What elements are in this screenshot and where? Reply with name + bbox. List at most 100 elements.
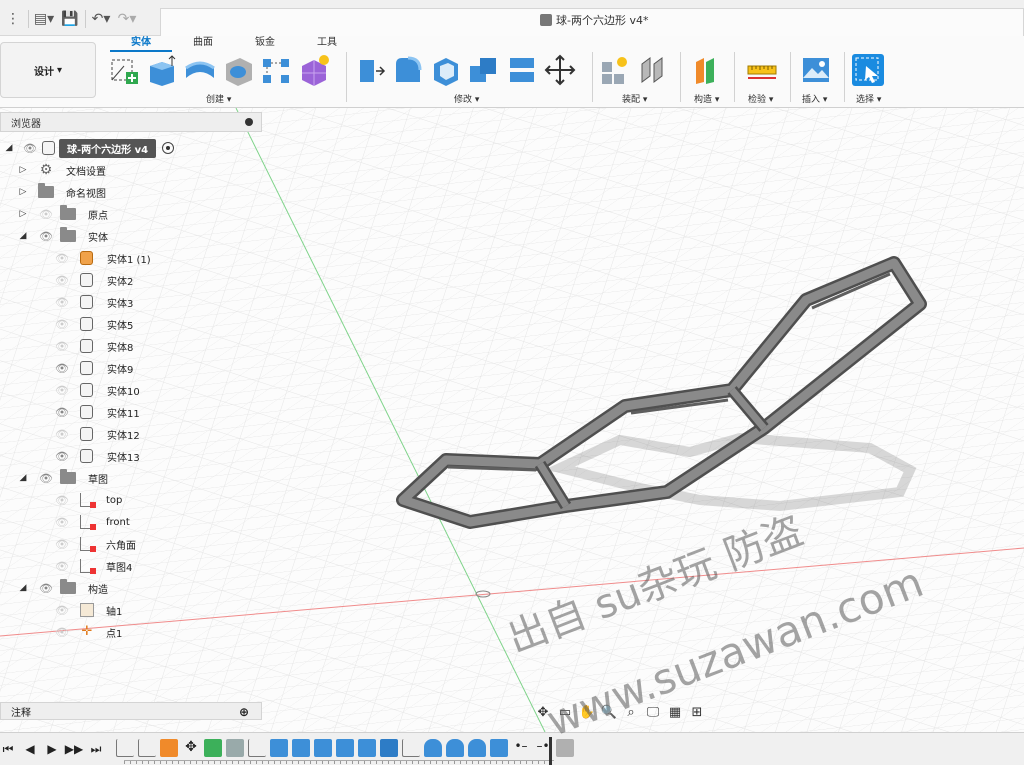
inspect-menu[interactable]: 检验 ▾ [748,92,773,105]
body-item[interactable]: 👁 实体12 [54,424,140,444]
body-item[interactable]: 👁 实体1 (1) [54,248,151,268]
eye-icon[interactable]: 👁 [54,626,70,639]
body-item[interactable]: 👁 实体3 [54,292,133,312]
create-sketch-icon[interactable] [108,54,140,86]
press-pull-icon[interactable] [354,54,386,86]
orbit-icon[interactable]: ✥ [534,703,552,721]
eye-icon[interactable]: 👁 [54,428,70,441]
fillet-icon[interactable] [392,54,424,86]
offset-plane-icon[interactable] [690,54,722,86]
pan-icon[interactable]: ✋ [578,703,596,721]
measure-icon[interactable] [746,54,778,86]
eye-icon[interactable]: 👁 [54,384,70,397]
construction-item[interactable]: 👁 ✛ 点1 [54,622,122,642]
expand-arrow-icon[interactable]: ▷ [18,165,28,175]
timeline-marker[interactable] [549,737,552,765]
redo-icon[interactable]: ↷▾ [116,8,138,30]
play-icon[interactable]: ▶ [44,741,60,757]
fit-icon[interactable]: ⌕ [622,703,640,721]
eye-icon[interactable]: 👁 [22,142,38,155]
sketch-feature-icon[interactable] [402,739,420,757]
move-copy-icon[interactable] [544,54,576,86]
collapse-arrow-icon[interactable]: ◢ [18,231,28,241]
split-feature-icon[interactable] [490,739,508,757]
select-icon[interactable] [852,54,884,86]
grid-menu-icon[interactable]: ⋮ [2,8,24,30]
extrude-feature-icon[interactable] [314,739,332,757]
create-menu[interactable]: 创建 ▾ [206,92,231,105]
browser-bodies[interactable]: ◢ 👁 实体 [18,226,108,246]
body-item[interactable]: 👁 实体10 [54,380,140,400]
combine-icon[interactable] [468,54,500,86]
save-icon[interactable]: 💾 [59,8,81,30]
insert-image-icon[interactable] [800,54,832,86]
eye-icon[interactable]: 👁 [54,450,70,463]
browser-doc-settings[interactable]: ▷ ⚙ 文档设置 [18,160,106,180]
joint-icon[interactable] [636,54,668,86]
tab-tools[interactable]: 工具 [296,36,358,52]
eye-icon[interactable]: 👁 [54,296,70,309]
assemble-menu[interactable]: 装配 ▾ [622,92,647,105]
eye-icon[interactable]: 👁 [54,274,70,287]
eye-icon[interactable]: 👁 [54,516,70,529]
revolve-feature-icon[interactable] [424,739,442,757]
body-item[interactable]: 👁 实体5 [54,314,133,334]
eye-icon[interactable]: 👁 [54,252,70,265]
activate-radio-icon[interactable] [162,142,175,154]
construct-menu[interactable]: 构造 ▾ [694,92,719,105]
browser-construction[interactable]: ◢ 👁 构造 [18,578,108,598]
sketch-item[interactable]: 👁 front [54,512,130,532]
plane-feature-icon[interactable] [160,739,178,757]
timeline-track[interactable] [124,760,554,764]
panel-toggle-icon[interactable] [245,118,253,126]
body-item[interactable]: 👁 实体11 [54,402,140,422]
browser-origin[interactable]: ▷ 👁 原点 [18,204,108,224]
expand-arrow-icon[interactable]: ▷ [18,187,28,197]
hole-icon[interactable] [222,54,254,86]
insert-menu[interactable]: 插入 ▾ [802,92,827,105]
zoom-icon[interactable]: 🔍 [600,703,618,721]
revolve-icon[interactable] [184,54,216,86]
eye-icon[interactable]: 👁 [38,230,54,243]
sketch-feature-icon[interactable] [138,739,156,757]
go-to-end-icon[interactable]: ⏭ [88,741,104,757]
sketch-item[interactable]: 👁 top [54,490,122,510]
eye-icon[interactable]: 👁 [54,560,70,573]
tab-sheet-metal[interactable]: 钣金 [234,36,296,52]
grid-settings-icon[interactable]: ▦ [666,703,684,721]
extrude-feature-icon[interactable] [336,739,354,757]
eye-icon[interactable]: 👁 [54,340,70,353]
body-item[interactable]: 👁 实体9 [54,358,133,378]
move-feature-icon[interactable]: ✥ [182,739,200,757]
body-item[interactable]: 👁 实体8 [54,336,133,356]
revolve-feature-icon[interactable] [446,739,464,757]
collapse-arrow-icon[interactable]: ◢ [18,473,28,483]
tab-solid[interactable]: 实体 [110,36,172,52]
collapse-arrow-icon[interactable]: ◢ [4,143,14,153]
eye-icon[interactable]: 👁 [38,208,54,221]
sketch-feature-icon[interactable] [248,739,266,757]
eye-icon[interactable]: 👁 [54,538,70,551]
pattern-icon[interactable] [260,54,292,86]
sketch-feature-icon[interactable] [116,739,134,757]
revolve-feature-icon[interactable] [468,739,486,757]
step-forward-icon[interactable]: ▶▶ [65,741,83,757]
eye-icon[interactable]: 👁 [54,494,70,507]
eye-icon[interactable]: 👁 [54,362,70,375]
tab-surface[interactable]: 曲面 [172,36,234,52]
eye-icon[interactable]: 👁 [54,604,70,617]
display-settings-icon[interactable]: 🖵 [644,703,662,721]
viewports-icon[interactable]: ⊞ [688,703,706,721]
shell-icon[interactable] [430,54,462,86]
combine-feature-icon[interactable] [380,739,398,757]
body-feature-icon[interactable] [556,739,574,757]
collapse-arrow-icon[interactable]: ◢ [18,583,28,593]
body-item[interactable]: 👁 实体2 [54,270,133,290]
eye-icon[interactable]: 👁 [54,406,70,419]
extrude-feature-icon[interactable] [270,739,288,757]
go-to-start-icon[interactable]: ⏮ [0,741,16,757]
undo-icon[interactable]: ↶▾ [90,8,112,30]
sketch-item[interactable]: 👁 草图4 [54,556,132,576]
joint-feature-icon[interactable] [226,739,244,757]
construction-item[interactable]: 👁 轴1 [54,600,122,620]
